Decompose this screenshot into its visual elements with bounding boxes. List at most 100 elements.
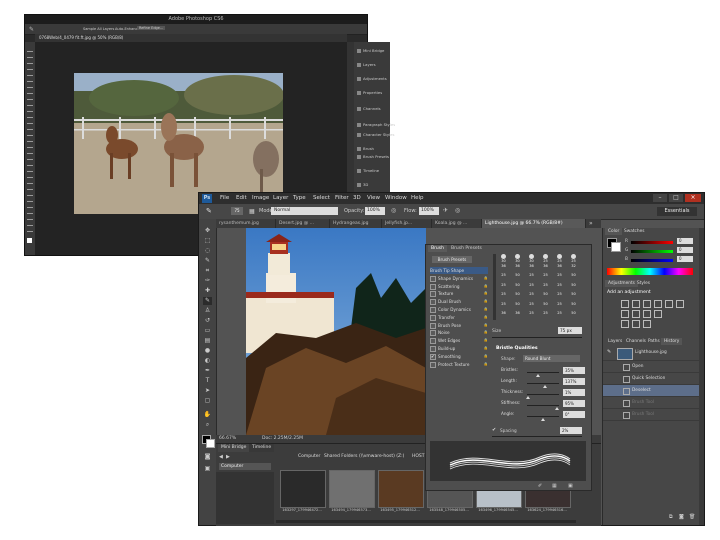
- brush-tip-cell[interactable]: 25: [526, 302, 537, 312]
- quick-mask-icon[interactable]: ◙: [203, 453, 212, 461]
- dock-brush-presets[interactable]: Brush Presets: [357, 154, 389, 162]
- lock-icon[interactable]: 🔒: [484, 337, 488, 344]
- move-tool-icon[interactable]: ✥: [203, 227, 212, 235]
- slider-knob[interactable]: [536, 374, 541, 377]
- brush-option-brush-tip-shape[interactable]: Brush Tip Shape: [430, 267, 488, 275]
- brush-tip-cell[interactable]: 25: [554, 311, 565, 321]
- brush-option-brush-pose[interactable]: Brush Pose 🔒: [430, 322, 488, 329]
- menu-help[interactable]: Help: [411, 195, 424, 201]
- tab-adjustments[interactable]: Adjustments: [605, 280, 638, 287]
- brush-tool-preset-icon[interactable]: ✎: [206, 207, 212, 215]
- brush-tip-cell[interactable]: 25: [554, 273, 565, 283]
- bristle-slider[interactable]: [527, 383, 559, 388]
- history-snapshot-row[interactable]: ✎ Lighthouse.jpg: [603, 346, 700, 361]
- menu-image[interactable]: Image: [252, 195, 269, 201]
- pen-tool-icon[interactable]: ✒: [203, 367, 212, 375]
- adjustment-icon[interactable]: [654, 310, 662, 318]
- brush-tip-cell[interactable]: 25: [540, 311, 551, 321]
- spacing-checkbox[interactable]: ✔: [492, 427, 496, 433]
- rectangle-tool-icon[interactable]: ▢: [203, 397, 212, 405]
- bridge-forward-icon[interactable]: ▶: [226, 454, 230, 460]
- brush-option-checkbox[interactable]: ✔: [430, 353, 436, 360]
- color-spectrum-bar[interactable]: [607, 268, 693, 275]
- back-doc-tab[interactable]: 0768Web/4_0479 fit.ft.jpg @ 50% (RGB/8): [39, 35, 123, 40]
- brush-tip-cell[interactable]: 50: [540, 302, 551, 312]
- tab-history[interactable]: History: [661, 338, 683, 345]
- brush-option-checkbox[interactable]: [430, 314, 436, 321]
- brush-option-smoothing[interactable]: ✔ Smoothing 🔒: [430, 353, 488, 360]
- lasso-tool-icon[interactable]: ◌: [203, 247, 212, 255]
- brush-option-checkbox[interactable]: [430, 346, 436, 352]
- marquee-tool-icon[interactable]: ⬚: [203, 237, 212, 245]
- auto-enhance-option[interactable]: Auto-Enhance: [115, 27, 140, 31]
- dock-adjustments[interactable]: Adjustments: [357, 76, 389, 84]
- brush-tip-cell[interactable]: 30: [526, 254, 537, 264]
- doc-tab-lighthouse[interactable]: Lighthouse.jpg @ 66.7% (RGB/8#): [482, 219, 586, 228]
- bridge-scrollbar[interactable]: [276, 520, 576, 523]
- brush-size-picker[interactable]: 75: [231, 207, 243, 215]
- brush-tip-cell[interactable]: 36: [498, 311, 509, 321]
- brush-tip-cell[interactable]: 25: [554, 283, 565, 293]
- brush-option-build-up[interactable]: Build-up 🔒: [430, 345, 488, 352]
- brush-tip-cell[interactable]: 50: [540, 292, 551, 302]
- doc-tab-koala[interactable]: Koala.jpg @ ...: [432, 219, 482, 228]
- menu-edit[interactable]: Edit: [236, 195, 247, 201]
- new-snapshot-icon[interactable]: ◙: [679, 514, 684, 520]
- mode-dropdown[interactable]: Normal: [271, 207, 338, 215]
- adjustment-icon[interactable]: [665, 300, 673, 308]
- brush-tip-cell[interactable]: 36: [512, 311, 523, 321]
- brush-tip-cell[interactable]: 50: [568, 273, 579, 283]
- crop-tool-icon[interactable]: ⌗: [203, 267, 212, 275]
- lock-icon[interactable]: 🔒: [484, 298, 488, 305]
- sample-all-layers-option[interactable]: Sample All Layers: [83, 27, 114, 31]
- maximize-button[interactable]: □: [669, 194, 683, 202]
- brush-tip-cell[interactable]: 50: [568, 283, 579, 293]
- brush-tip-cell[interactable]: 25: [540, 273, 551, 283]
- brush-option-checkbox[interactable]: [430, 283, 436, 290]
- type-tool-icon[interactable]: T: [203, 377, 212, 385]
- menu-type[interactable]: Type: [293, 195, 306, 201]
- history-brush-tool-icon[interactable]: ↺: [203, 317, 212, 325]
- back-tool-icons[interactable]: [27, 46, 33, 236]
- hand-tool-icon[interactable]: ✋: [203, 411, 212, 419]
- brush-tip-cell[interactable]: 25: [540, 254, 551, 264]
- history-state[interactable]: Open: [603, 361, 700, 373]
- pressure-opacity-icon[interactable]: ◎: [391, 207, 396, 214]
- lock-icon[interactable]: 🔒: [484, 306, 488, 313]
- adjustment-icon[interactable]: [621, 320, 629, 328]
- lock-icon[interactable]: 🔒: [484, 353, 488, 360]
- bristle-row-value[interactable]: 1%: [563, 389, 585, 396]
- brush-option-checkbox[interactable]: [430, 361, 436, 368]
- airbrush-icon[interactable]: ✈: [443, 207, 448, 214]
- doc-tab-hydrangeas[interactable]: Hydrangeas.jpg: [330, 219, 382, 228]
- brush-tip-cell[interactable]: 30: [512, 254, 523, 264]
- dock-layers[interactable]: Layers: [357, 62, 389, 70]
- menu-select[interactable]: Select: [313, 195, 330, 201]
- slider-knob[interactable]: [555, 407, 560, 410]
- brush-tip-cell[interactable]: 36: [498, 264, 509, 274]
- adjustment-icon[interactable]: [632, 310, 640, 318]
- lock-icon[interactable]: 🔒: [484, 275, 488, 282]
- tab-brush-presets[interactable]: Brush Presets: [448, 245, 485, 252]
- tip-grid-scrollbar[interactable]: [493, 254, 496, 320]
- brush-tip-cell[interactable]: 36: [526, 264, 537, 274]
- shape-dropdown[interactable]: Round Blunt: [523, 355, 580, 362]
- adjustment-icon[interactable]: [643, 310, 651, 318]
- adjustment-icon[interactable]: [621, 300, 629, 308]
- dodge-tool-icon[interactable]: ◐: [203, 357, 212, 365]
- background-color-swatch[interactable]: [206, 439, 215, 448]
- location-dropdown[interactable]: Computer: [219, 463, 271, 470]
- brush-option-checkbox[interactable]: [430, 299, 436, 306]
- brush-option-checkbox[interactable]: [430, 291, 436, 298]
- brush-option-texture[interactable]: Texture 🔒: [430, 290, 488, 298]
- lock-icon[interactable]: 🔒: [484, 290, 488, 297]
- size-slider[interactable]: [492, 337, 582, 338]
- dock-properties[interactable]: Properties: [357, 90, 389, 98]
- menu-layer[interactable]: Layer: [273, 195, 288, 201]
- lock-icon[interactable]: 🔒: [484, 322, 488, 329]
- adjustment-icon[interactable]: [676, 300, 684, 308]
- doc-tab-chrysanthemum[interactable]: rysanthemum.jpg: [216, 219, 276, 228]
- thumbnail-2[interactable]: [329, 470, 375, 508]
- dock-brush[interactable]: Brush: [357, 146, 389, 154]
- green-value[interactable]: 0: [677, 247, 693, 253]
